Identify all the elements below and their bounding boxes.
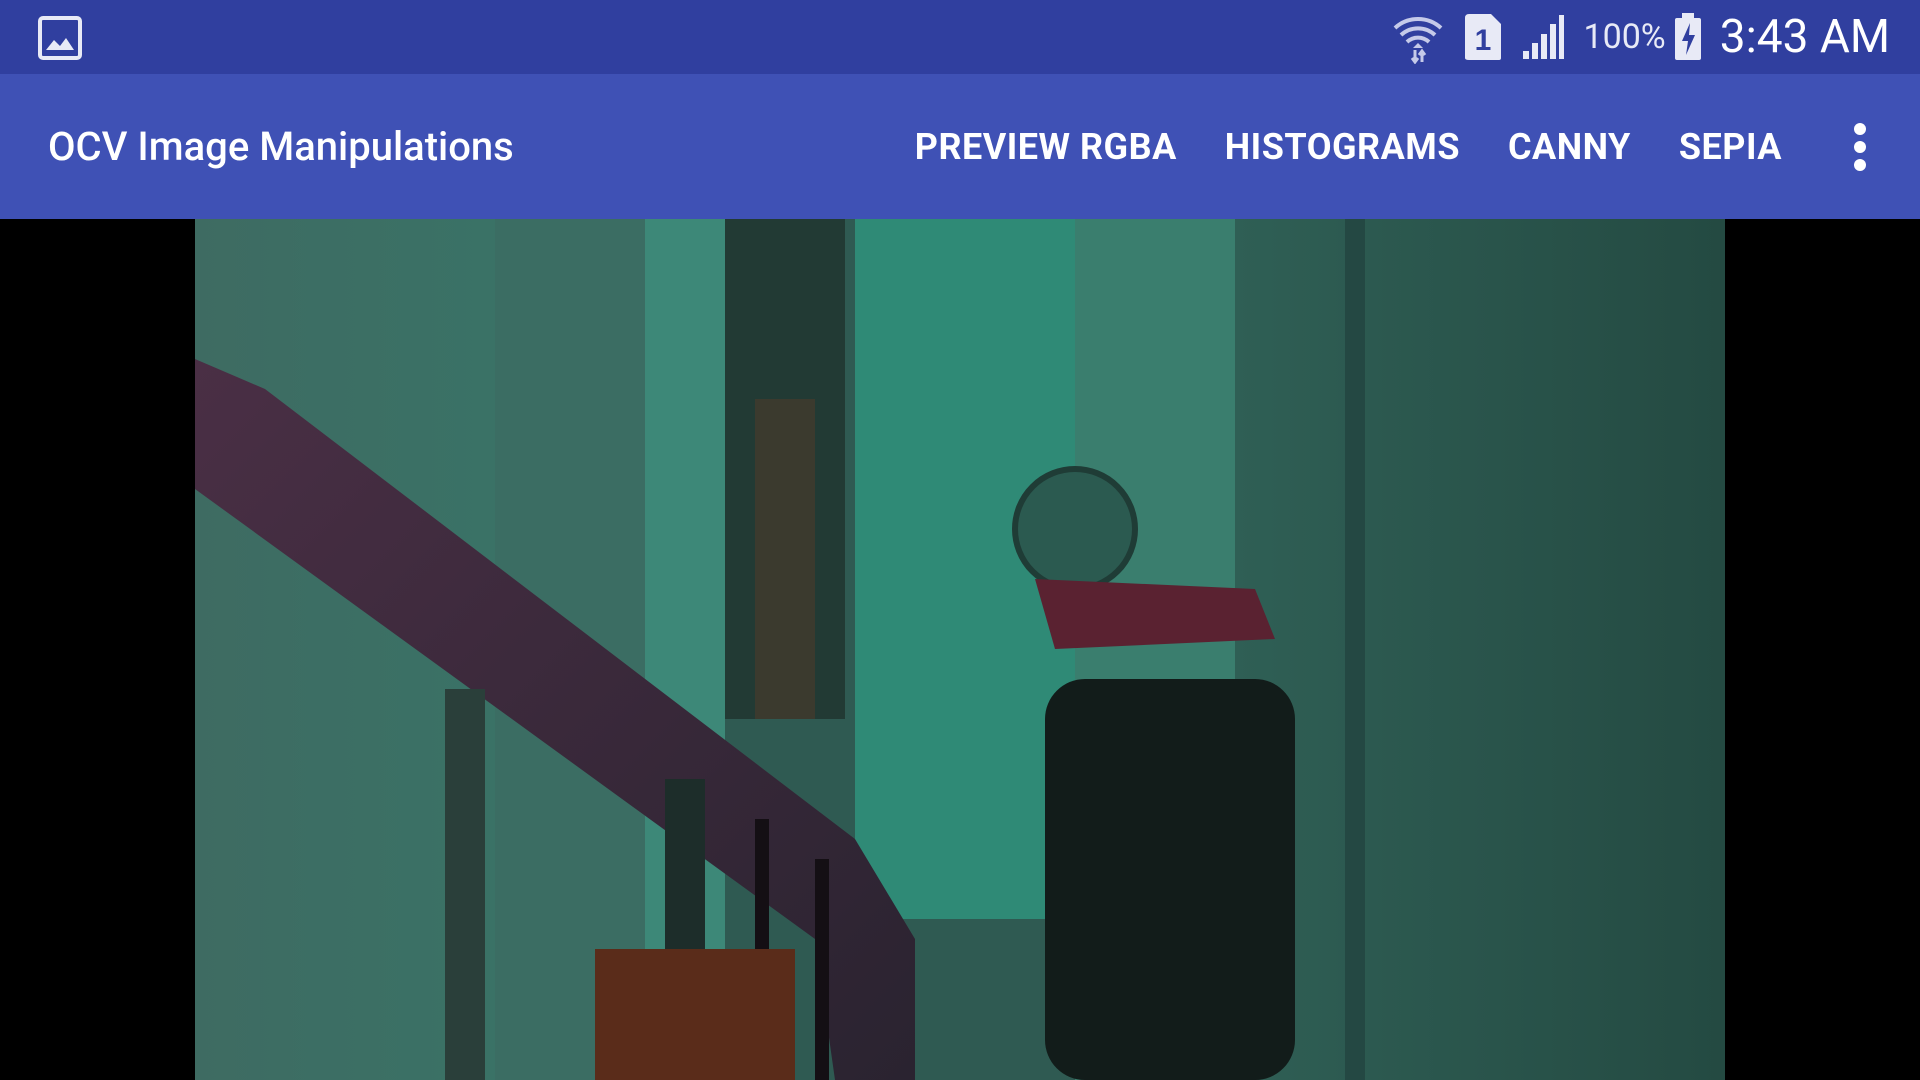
- camera-frame-image: [195, 219, 1725, 1080]
- canny-button[interactable]: CANNY: [1508, 126, 1631, 168]
- app-title: OCV Image Manipulations: [48, 123, 514, 170]
- preview-rgba-button[interactable]: PREVIEW RGBA: [915, 126, 1177, 168]
- sim-1-icon: 1: [1465, 14, 1502, 60]
- sepia-button[interactable]: SEPIA: [1679, 126, 1782, 168]
- status-bar-right: 1 100% 3:43 AM: [1391, 0, 1890, 74]
- histograms-button[interactable]: HISTOGRAMS: [1225, 126, 1460, 168]
- more-vert-icon[interactable]: [1830, 107, 1890, 187]
- signal-icon: [1523, 15, 1565, 59]
- gallery-icon: [38, 16, 82, 60]
- action-menu: PREVIEW RGBA HISTOGRAMS CANNY SEPIA: [915, 74, 1920, 219]
- camera-preview: [195, 219, 1725, 1080]
- battery-percent: 100%: [1583, 17, 1666, 57]
- app-bar: OCV Image Manipulations PREVIEW RGBA HIS…: [0, 74, 1920, 219]
- wifi-icon: [1394, 17, 1443, 64]
- svg-text:1: 1: [1475, 24, 1492, 57]
- status-bar: 1 100% 3:43 AM: [0, 0, 1920, 74]
- clock: 3:43 AM: [1719, 10, 1890, 64]
- content-area: [0, 219, 1920, 1080]
- battery-charging-icon: [1674, 13, 1701, 60]
